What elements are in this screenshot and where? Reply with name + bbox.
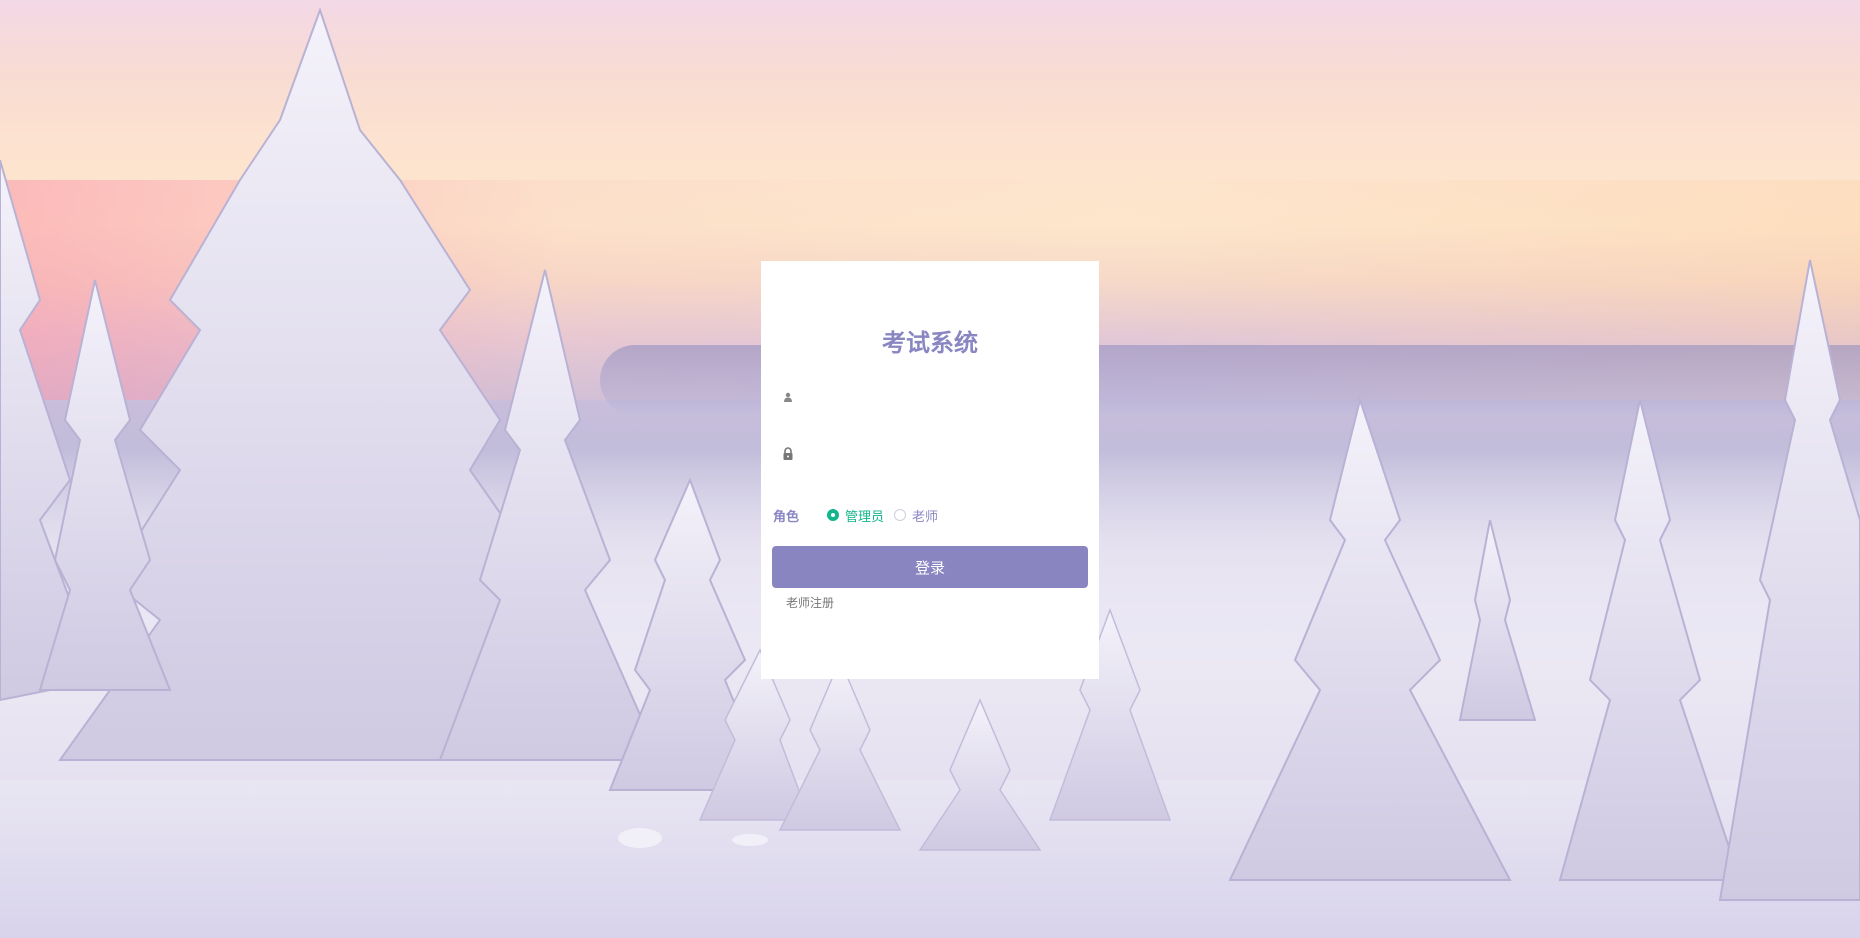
snow-mound xyxy=(618,828,662,848)
radio-checked-icon[interactable] xyxy=(827,509,839,521)
username-input[interactable] xyxy=(799,378,1087,416)
role-radio-admin-label: 管理员 xyxy=(845,509,885,525)
password-field[interactable] xyxy=(773,434,1087,474)
page-title: 考试系统 xyxy=(882,329,978,357)
login-card: 考试系统 角色 管理员 老师 登录 老师注册 xyxy=(761,261,1099,679)
login-button[interactable]: 登录 xyxy=(772,546,1088,588)
snow-mound xyxy=(732,834,768,846)
teacher-register-link[interactable]: 老师注册 xyxy=(786,594,834,611)
user-icon xyxy=(777,386,799,408)
password-input[interactable] xyxy=(799,435,1087,473)
lock-icon xyxy=(777,443,799,465)
username-field[interactable] xyxy=(773,377,1087,417)
role-label: 角色 xyxy=(773,509,800,525)
tree-right-large xyxy=(1228,259,1860,901)
role-radio-teacher-label: 老师 xyxy=(912,509,939,525)
role-radio-teacher[interactable]: 老师 xyxy=(894,506,938,525)
radio-unchecked-icon[interactable] xyxy=(894,509,907,521)
role-radio-admin[interactable]: 管理员 xyxy=(827,506,884,525)
role-selector: 角色 管理员 老师 xyxy=(773,498,1087,532)
